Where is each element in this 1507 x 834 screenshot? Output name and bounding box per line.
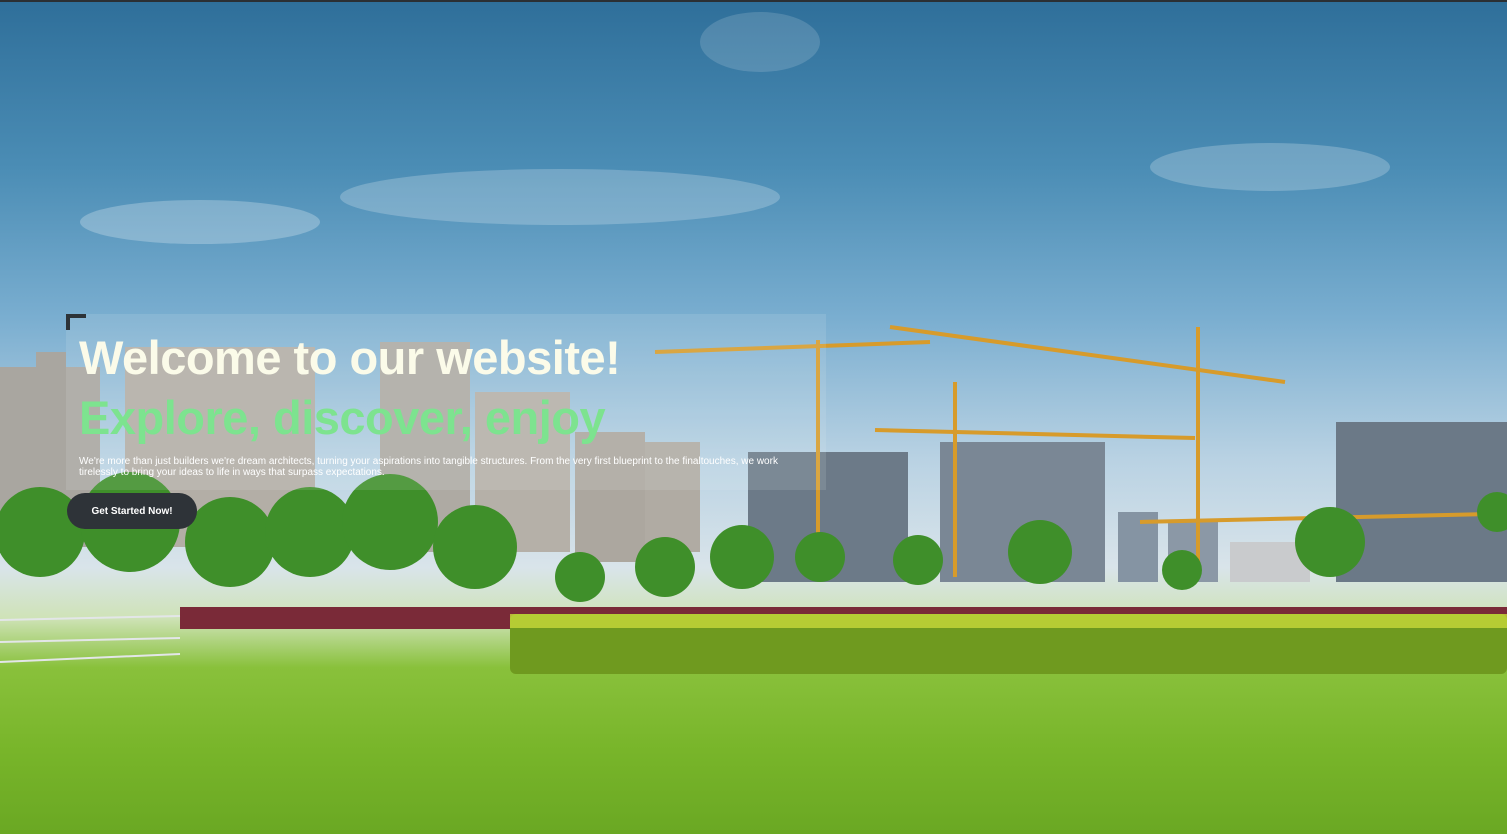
hero-title: Welcome to our website! (79, 331, 621, 384)
hero-section: Welcome to our website! Explore, discove… (0, 0, 1507, 834)
cloud (340, 169, 780, 225)
hero-subtitle: Explore, discover, enjoy (79, 391, 606, 444)
hero-description: We're more than just builders we're drea… (79, 456, 778, 478)
cloud (700, 12, 820, 72)
get-started-button[interactable]: Get Started Now! (67, 493, 197, 529)
railing (0, 615, 181, 663)
cloud (1150, 143, 1390, 191)
cloud (80, 200, 320, 244)
corner-bracket-decoration (66, 314, 86, 330)
